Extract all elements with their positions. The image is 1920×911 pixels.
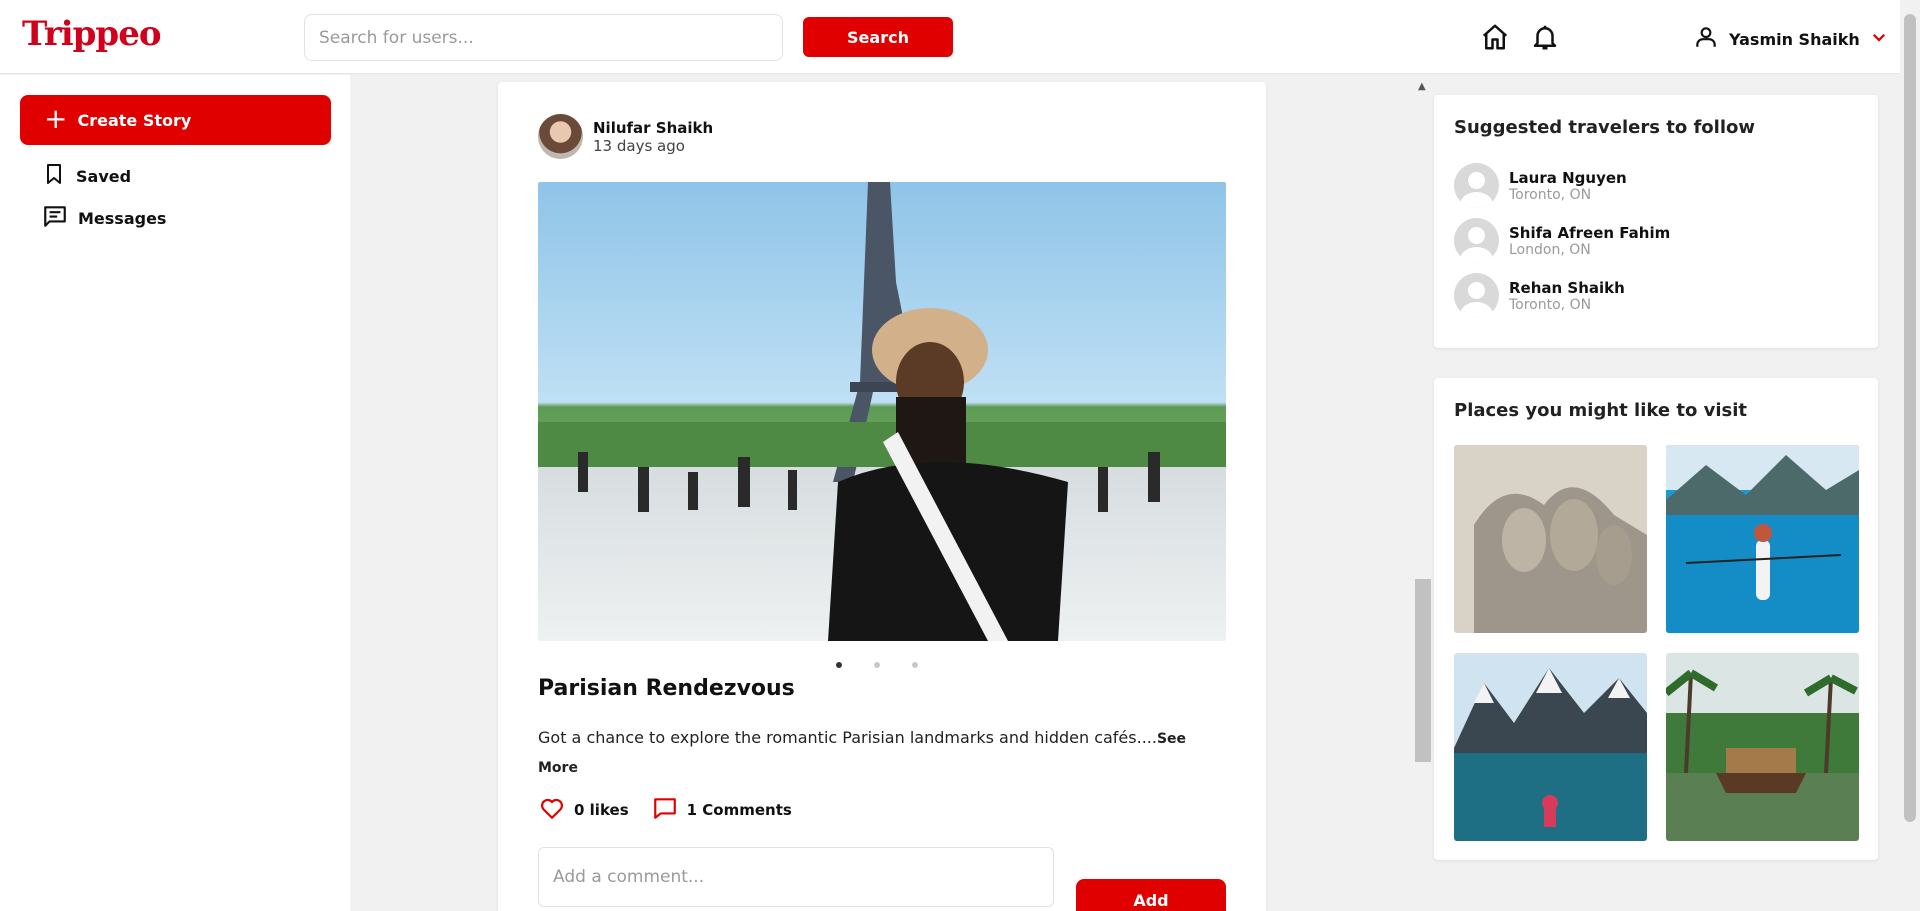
carousel-dot[interactable] — [874, 662, 880, 668]
avatar[interactable] — [1454, 163, 1499, 208]
place-card[interactable] — [1666, 653, 1859, 841]
place-card[interactable] — [1454, 445, 1647, 633]
bookmark-icon — [42, 161, 66, 191]
comments-count: 1 Comments — [686, 801, 792, 819]
page-scrollbar[interactable] — [1900, 0, 1920, 911]
scroll-up-arrow-icon[interactable]: ▲ — [1418, 81, 1426, 92]
user-menu[interactable]: Yasmin Shaikh — [1693, 24, 1888, 54]
home-icon[interactable] — [1480, 22, 1510, 52]
suggested-travelers-panel: Suggested travelers to follow Laura Nguy… — [1434, 95, 1878, 348]
message-icon — [42, 203, 68, 233]
places-title: Places you might like to visit — [1454, 400, 1747, 421]
search-button[interactable]: Search — [803, 17, 953, 57]
app-logo[interactable]: Trippeo — [22, 14, 162, 54]
heart-icon — [538, 795, 566, 825]
traveler-location: London, ON — [1509, 241, 1591, 258]
sidebar-item-label: Saved — [76, 166, 132, 186]
carousel-dot[interactable] — [912, 662, 918, 668]
left-sidebar: + Create Story Saved Messages — [0, 75, 350, 911]
sidebar-item-label: Messages — [78, 208, 167, 228]
post-card: Nilufar Shaikh 13 days ago Parisian Rend… — [498, 82, 1266, 911]
like-button[interactable]: 0 likes — [538, 795, 629, 825]
comments-button[interactable]: 1 Comments — [651, 795, 792, 825]
traveler-item[interactable]: Shifa Afreen Fahim London, ON — [1454, 218, 1670, 263]
traveler-name[interactable]: Shifa Afreen Fahim — [1509, 224, 1670, 242]
traveler-name[interactable]: Rehan Shaikh — [1509, 279, 1625, 297]
place-card[interactable] — [1454, 653, 1647, 841]
post-title: Parisian Rendezvous — [538, 676, 795, 701]
author-name[interactable]: Nilufar Shaikh — [593, 119, 713, 137]
traveler-item[interactable]: Rehan Shaikh Toronto, ON — [1454, 273, 1625, 318]
search-input[interactable] — [304, 14, 783, 61]
user-name: Yasmin Shaikh — [1729, 29, 1860, 49]
traveler-name[interactable]: Laura Nguyen — [1509, 169, 1627, 187]
plus-icon: + — [44, 101, 68, 135]
post-actions: 0 likes 1 Comments — [538, 795, 792, 825]
create-story-label: Create Story — [77, 110, 192, 130]
feed-scroll-thumb[interactable] — [1415, 579, 1431, 762]
avatar[interactable] — [1454, 218, 1499, 263]
avatar[interactable] — [538, 114, 583, 159]
traveler-location: Toronto, ON — [1509, 186, 1592, 203]
suggested-title: Suggested travelers to follow — [1454, 117, 1756, 138]
post-author[interactable]: Nilufar Shaikh 13 days ago — [538, 114, 713, 159]
carousel-dots[interactable] — [836, 662, 918, 668]
comment-input[interactable] — [538, 847, 1054, 907]
sidebar-item-messages[interactable]: Messages — [42, 203, 166, 233]
likes-count: 0 likes — [574, 801, 629, 819]
avatar[interactable] — [1454, 273, 1499, 318]
post-description-text: Got a chance to explore the romantic Par… — [538, 728, 1157, 747]
bell-icon[interactable] — [1530, 22, 1560, 52]
carousel-dot[interactable] — [836, 662, 842, 668]
chevron-down-icon[interactable] — [1870, 28, 1888, 50]
post-timestamp: 13 days ago — [593, 136, 685, 155]
add-comment-button[interactable]: Add — [1076, 879, 1226, 911]
create-story-button[interactable]: + Create Story — [20, 95, 331, 145]
sidebar-item-saved[interactable]: Saved — [42, 161, 131, 191]
traveler-item[interactable]: Laura Nguyen Toronto, ON — [1454, 163, 1627, 208]
post-image[interactable] — [538, 182, 1226, 641]
traveler-location: Toronto, ON — [1509, 296, 1592, 313]
places-panel: Places you might like to visit — [1434, 378, 1878, 860]
top-header: Trippeo Search Yasmin Shaikh — [0, 0, 1900, 74]
page-scroll-thumb[interactable] — [1904, 14, 1916, 822]
place-card[interactable] — [1666, 445, 1859, 633]
comment-icon — [651, 795, 679, 825]
feed-scrollbar[interactable]: ▲ — [1414, 75, 1432, 911]
post-description: Got a chance to explore the romantic Par… — [538, 724, 1218, 782]
user-icon — [1693, 24, 1719, 54]
